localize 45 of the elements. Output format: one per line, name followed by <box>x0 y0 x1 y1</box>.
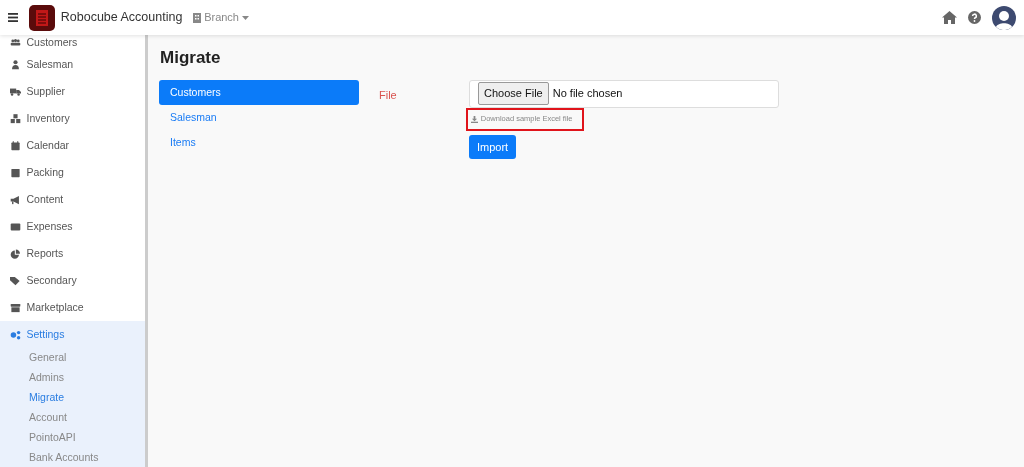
person-icon <box>10 59 21 70</box>
sidebar-item[interactable]: Inventory <box>0 105 145 132</box>
submenu-item[interactable]: Migrate <box>0 388 145 408</box>
sidebar-item[interactable]: Supplier <box>0 78 145 105</box>
ledger-logo[interactable] <box>29 4 56 31</box>
sidebar-item[interactable]: Marketplace <box>0 294 145 321</box>
wallet-icon <box>10 221 21 232</box>
sidebar-item[interactable]: Reports <box>0 240 145 267</box>
page-title: Migrate <box>160 47 222 69</box>
avatar-icon[interactable] <box>991 5 1016 30</box>
sidebar-item[interactable]: Calendar <box>0 132 145 159</box>
sidebar-item[interactable]: Customers <box>0 35 145 51</box>
sidebar-item[interactable]: Content <box>0 186 145 213</box>
field-label: File <box>378 87 398 103</box>
tags-icon <box>10 275 21 286</box>
submenu-item[interactable]: PointoAPI <box>0 428 145 448</box>
home-icon[interactable] <box>941 11 957 24</box>
download-icon <box>471 115 478 123</box>
pie-chart-icon <box>10 248 21 259</box>
caret-icon <box>241 15 249 20</box>
submenu-item[interactable]: Account <box>0 408 145 428</box>
sidebar-item[interactable]: Packing <box>0 159 145 186</box>
calendar-icon <box>10 140 21 151</box>
tab[interactable]: Salesman <box>159 104 359 130</box>
submenu-item[interactable]: Bank Accounts <box>0 448 145 467</box>
tab[interactable]: Items <box>159 129 359 155</box>
building-icon <box>193 12 202 23</box>
menu-icon[interactable] <box>8 13 19 22</box>
truck-icon <box>10 86 21 97</box>
import-button[interactable]: Import <box>469 134 517 159</box>
package-icon <box>10 167 21 178</box>
tab[interactable]: Customers <box>159 79 359 105</box>
boxes-icon <box>10 113 21 124</box>
sidebar-item[interactable]: Secondary <box>0 267 145 294</box>
sidebar-item[interactable]: Settings <box>0 321 145 348</box>
sidebar-item[interactable]: Expenses <box>0 213 145 240</box>
branch-dropdown[interactable]: Branch <box>193 9 249 26</box>
submenu-item[interactable]: Admins <box>0 368 145 388</box>
help-icon[interactable] <box>967 11 981 24</box>
sidebar-item[interactable]: Salesman <box>0 51 145 78</box>
app-title: Robocube Accounting <box>60 9 183 27</box>
file-input[interactable]: Choose File No file chosen <box>469 79 779 108</box>
submenu-item[interactable]: General <box>0 348 145 368</box>
store-icon <box>10 302 21 313</box>
megaphone-icon <box>10 194 21 205</box>
